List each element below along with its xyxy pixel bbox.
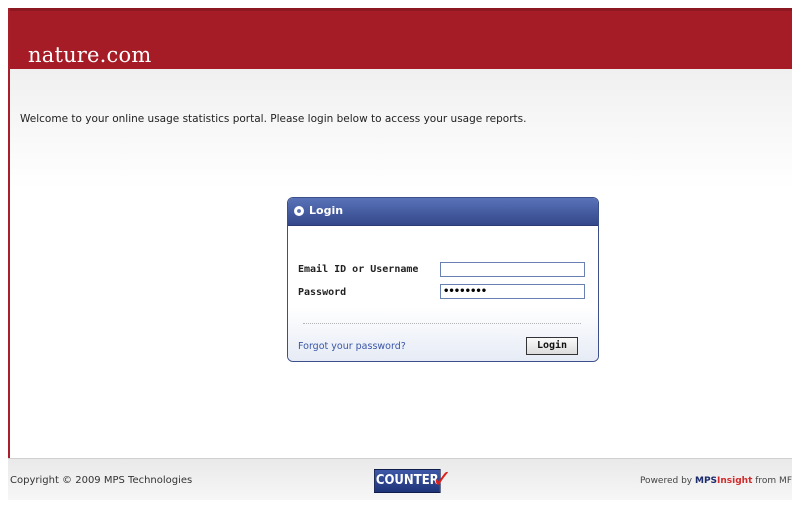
login-panel: Login Email ID or Username Password ••••… <box>287 197 599 362</box>
insight-logo-text: Insight <box>717 476 753 486</box>
password-label: Password <box>298 287 347 298</box>
username-label: Email ID or Username <box>298 264 419 275</box>
login-form: Email ID or Username Password •••••••• F… <box>288 226 598 361</box>
login-button[interactable]: Login <box>526 337 578 355</box>
welcome-message: Welcome to your online usage statistics … <box>20 113 527 125</box>
login-panel-title: Login <box>309 204 344 217</box>
form-divider <box>303 323 581 324</box>
bottom-margin <box>0 500 792 505</box>
login-panel-header: Login <box>288 198 598 226</box>
site-header: nature.com <box>8 8 792 72</box>
copyright-text: Copyright © 2009 MPS Technologies <box>10 475 193 486</box>
forgot-password-link[interactable]: Forgot your password? <box>298 341 406 352</box>
site-footer: Copyright © 2009 MPS Technologies COUNTE… <box>8 458 792 501</box>
powered-suffix: from MF <box>752 476 792 486</box>
site-logo[interactable]: nature.com <box>28 43 151 67</box>
username-field[interactable] <box>440 262 585 277</box>
mps-logo-text: MPS <box>694 476 718 486</box>
content-background <box>10 69 792 189</box>
check-mark-icon: ✓ <box>432 465 453 493</box>
powered-by: Powered by MPSInsight from MF <box>640 476 792 486</box>
counter-logo[interactable]: COUNTER ✓ <box>374 465 460 495</box>
radio-bullet-icon <box>294 206 304 216</box>
top-margin <box>0 0 792 8</box>
powered-prefix: Powered by <box>639 476 695 486</box>
counter-logo-text: COUNTER <box>374 469 441 493</box>
password-field[interactable]: •••••••• <box>440 284 585 299</box>
